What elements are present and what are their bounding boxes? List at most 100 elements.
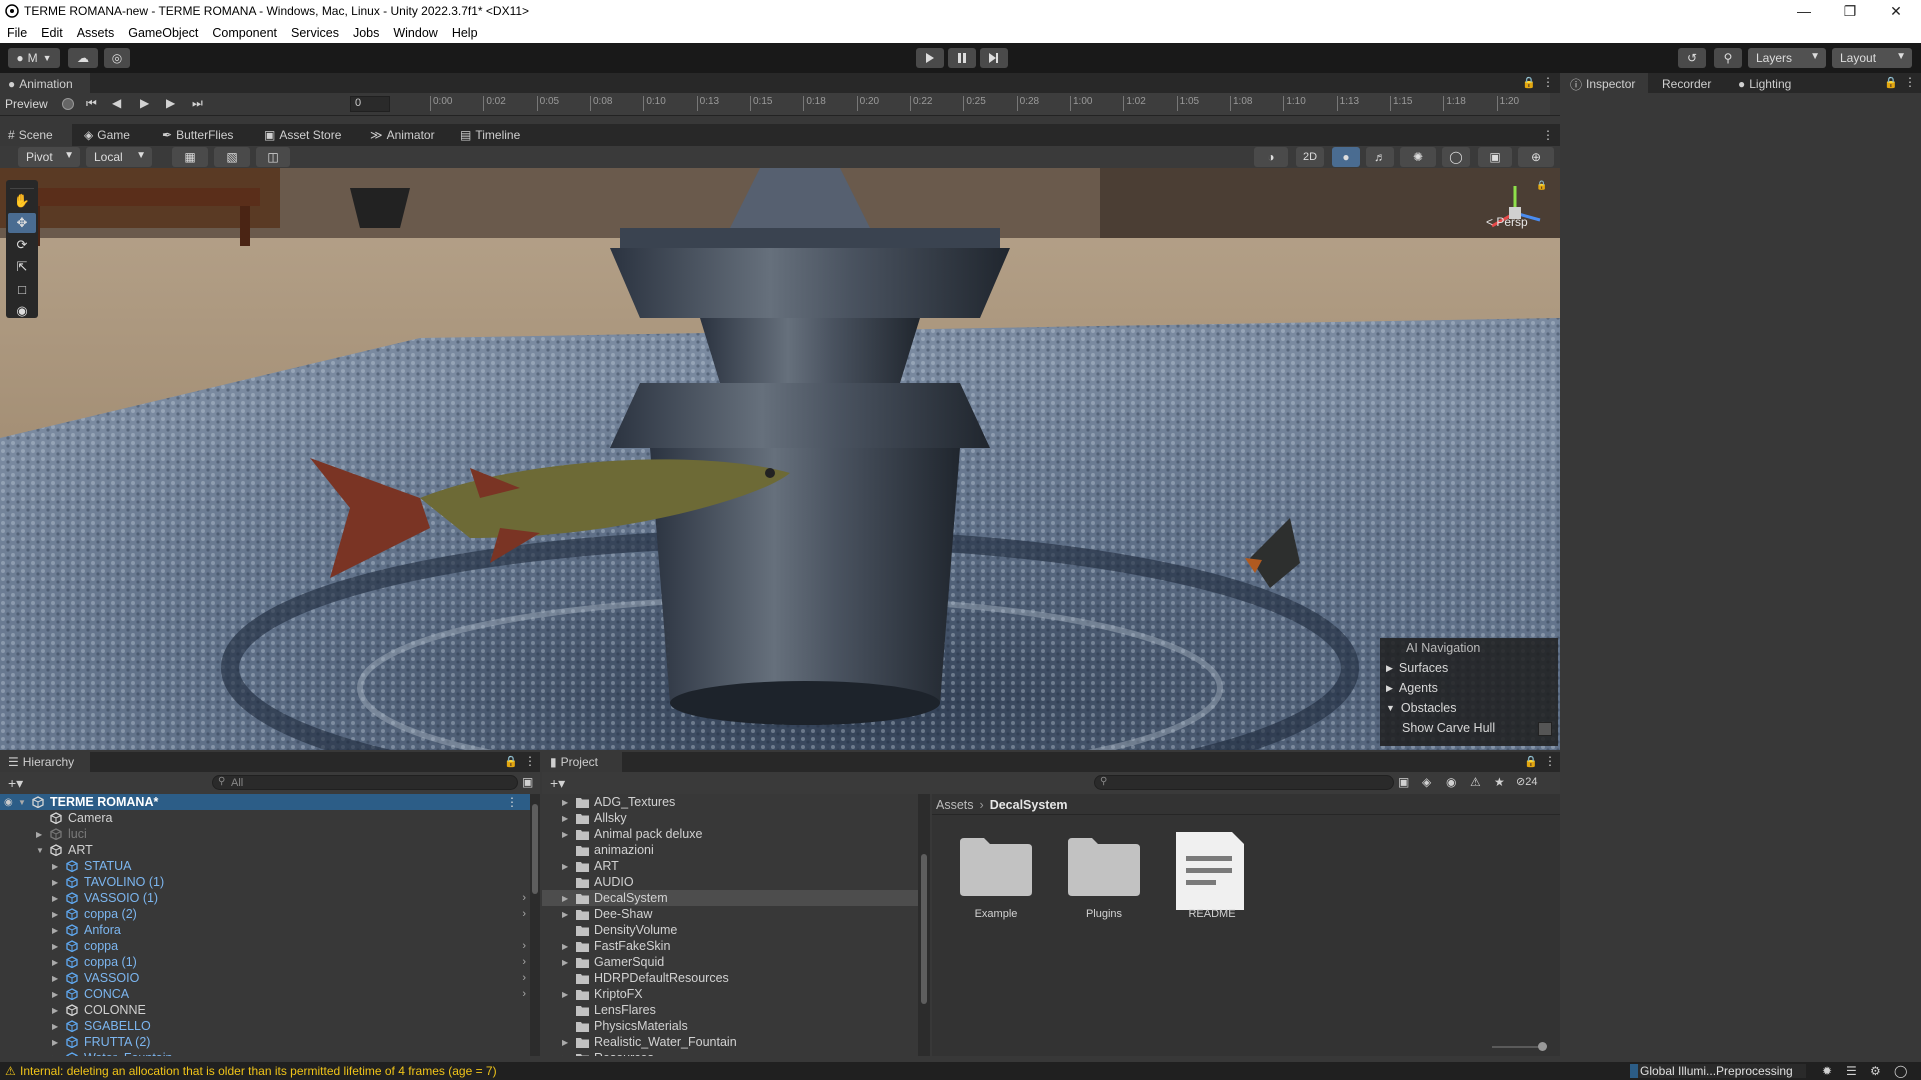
ai-nav-agents[interactable]: ▶ Agents	[1380, 678, 1558, 698]
log-icon[interactable]: ⚠	[1470, 775, 1481, 789]
last-keyframe-icon[interactable]: ⏭	[192, 96, 203, 111]
gizmos-dropdown[interactable]: ⊕	[1518, 147, 1554, 167]
chevron-right-icon[interactable]: ▶	[52, 1006, 58, 1015]
more-icon[interactable]: ⋮	[1542, 75, 1554, 89]
chevron-right-icon[interactable]: ▶	[52, 958, 58, 967]
project-folder-item[interactable]: HDRPDefaultResources	[542, 970, 920, 986]
search-button[interactable]: ⚲	[1714, 48, 1742, 68]
chevron-right-icon[interactable]: ▶	[562, 830, 568, 839]
persp-label[interactable]: < Persp	[1486, 215, 1528, 229]
account-dropdown[interactable]: ● M ▼	[8, 48, 60, 68]
hierarchy-item[interactable]: ▶ coppa (1) ›	[0, 954, 532, 970]
step-button[interactable]	[980, 48, 1008, 68]
bug-icon[interactable]: ✹	[1822, 1064, 1832, 1078]
hierarchy-item[interactable]: Camera	[0, 810, 532, 826]
hierarchy-item[interactable]: ▶ STATUA	[0, 858, 532, 874]
prev-keyframe-icon[interactable]: ◀	[112, 96, 121, 110]
layers-dropdown[interactable]: Layers ▼	[1748, 48, 1826, 68]
tab-recorder[interactable]: Recorder	[1662, 73, 1711, 95]
tab-butterflies[interactable]: ✒ ButterFlies	[162, 124, 233, 146]
hierarchy-item[interactable]: ▶ coppa (2) ›	[0, 906, 532, 922]
add-object-button[interactable]: +▾	[8, 775, 23, 792]
more-icon[interactable]: ⋮	[1542, 128, 1554, 142]
visibility-eye-icon[interactable]: ◉	[4, 797, 13, 808]
project-folder-item[interactable]: AUDIO	[542, 874, 920, 890]
filter-by-type-icon[interactable]: ◈	[1422, 775, 1431, 789]
lighting-toggle[interactable]: ●	[1332, 147, 1360, 167]
asset-folder-plugins[interactable]: Plugins	[1066, 834, 1142, 920]
rect-tool-button[interactable]: □	[8, 279, 36, 299]
menu-assets[interactable]: Assets	[70, 22, 122, 43]
show-carve-hull-checkbox[interactable]	[1538, 722, 1552, 736]
menu-edit[interactable]: Edit	[34, 22, 70, 43]
grid-toggle-button[interactable]: ▧	[214, 147, 250, 167]
scrollbar-thumb[interactable]	[532, 804, 538, 894]
move-tool-button[interactable]: ✥	[8, 213, 36, 233]
lock-icon[interactable]: 🔒	[504, 755, 518, 768]
menu-gameobject[interactable]: GameObject	[121, 22, 205, 43]
tab-timeline[interactable]: ▤ Timeline	[460, 124, 520, 146]
mode-2d-button[interactable]: 2D	[1296, 147, 1324, 167]
lock-icon[interactable]: 🔒	[1536, 180, 1547, 191]
create-asset-button[interactable]: +▾	[550, 775, 565, 792]
chevron-right-icon[interactable]: ▶	[52, 862, 58, 871]
local-dropdown[interactable]: Local ▼	[86, 147, 152, 167]
lock-icon[interactable]: 🔒	[1884, 76, 1898, 89]
lock-icon[interactable]: 🔒	[1524, 755, 1538, 768]
lock-icon[interactable]: 🔒	[1522, 76, 1536, 89]
chevron-right-icon[interactable]: ▶	[52, 974, 58, 983]
asset-folder-example[interactable]: Example	[958, 834, 1034, 920]
hidden-objects-toggle[interactable]: ◯	[1442, 147, 1470, 167]
scale-tool-button[interactable]: ⇱	[8, 257, 36, 277]
transform-tool-button[interactable]: ◉	[8, 301, 36, 321]
ai-nav-obstacles[interactable]: ▼ Obstacles	[1380, 698, 1558, 718]
hierarchy-item[interactable]: ▶ luci	[0, 826, 532, 842]
play-button[interactable]	[916, 48, 944, 68]
search-by-type-icon[interactable]: ▣	[1398, 775, 1409, 789]
tab-game[interactable]: ◈ Game	[84, 124, 130, 146]
chevron-right-icon[interactable]: ▶	[52, 942, 58, 951]
open-prefab-icon[interactable]: ›	[522, 940, 526, 952]
chevron-right-icon[interactable]: ▶	[562, 942, 568, 951]
pause-button[interactable]	[948, 48, 976, 68]
project-folder-item[interactable]: ▶ DecalSystem	[542, 890, 920, 906]
collab-button[interactable]: ◎	[104, 48, 130, 68]
scene-visibility-icon[interactable]: ▣	[522, 775, 533, 789]
hierarchy-item[interactable]: ▶ TAVOLINO (1)	[0, 874, 532, 890]
frame-field[interactable]: 0	[350, 96, 390, 112]
cloud-button[interactable]: ☁	[68, 48, 98, 68]
more-icon[interactable]: ⋮	[506, 795, 518, 809]
cloud-status-icon[interactable]: ◯	[1894, 1064, 1907, 1078]
hierarchy-item[interactable]: ▼ ART	[0, 842, 532, 858]
hierarchy-item[interactable]: ▶ CONCA ›	[0, 986, 532, 1002]
undo-history-button[interactable]: ↺	[1678, 48, 1706, 68]
restore-button[interactable]: ❐	[1827, 0, 1873, 22]
timeline-ruler[interactable]: 0:00 0:02 0:05 0:08 0:10 0:13 0:15 0:18 0:20 0:22…	[430, 93, 1550, 115]
breadcrumb-assets[interactable]: Assets	[936, 798, 974, 812]
layers-icon[interactable]: ☰	[1846, 1064, 1857, 1078]
hierarchy-search-input[interactable]: ⚲ All	[212, 775, 518, 790]
chevron-right-icon[interactable]: ▶	[562, 1054, 568, 1057]
project-folder-item[interactable]: ▶ KriptoFX	[542, 986, 920, 1002]
scene-viewport[interactable]: 🔒 < Persp	[0, 168, 1560, 750]
next-keyframe-icon[interactable]: ▶	[166, 96, 175, 110]
camera-dropdown[interactable]: ▣	[1478, 147, 1512, 167]
more-icon[interactable]: ⋮	[1544, 754, 1556, 768]
project-folder-item[interactable]: ▶ Realistic_Water_Fountain	[542, 1034, 920, 1050]
open-prefab-icon[interactable]: ›	[522, 892, 526, 904]
chevron-right-icon[interactable]: ▶	[52, 1054, 58, 1057]
hierarchy-item[interactable]: ▶ Water_Fountain	[0, 1050, 532, 1056]
increment-snap-button[interactable]: ◫	[256, 147, 290, 167]
play-animation-icon[interactable]: ▶	[140, 96, 149, 110]
ai-navigation-title[interactable]: AI Navigation	[1380, 638, 1558, 658]
gear-icon[interactable]: ⚙	[1870, 1064, 1881, 1078]
audio-toggle[interactable]: ♬	[1366, 147, 1394, 167]
chevron-right-icon[interactable]: ▶	[562, 1038, 568, 1047]
project-folder-item[interactable]: ▶ GamerSquid	[542, 954, 920, 970]
chevron-right-icon[interactable]: ▶	[562, 894, 568, 903]
project-folder-item[interactable]: ▶ ADG_Textures	[542, 794, 920, 810]
project-tree-scrollbar[interactable]	[918, 794, 930, 1056]
chevron-right-icon[interactable]: ▶	[562, 958, 568, 967]
menu-services[interactable]: Services	[284, 22, 346, 43]
scrollbar-thumb[interactable]	[921, 854, 927, 1004]
